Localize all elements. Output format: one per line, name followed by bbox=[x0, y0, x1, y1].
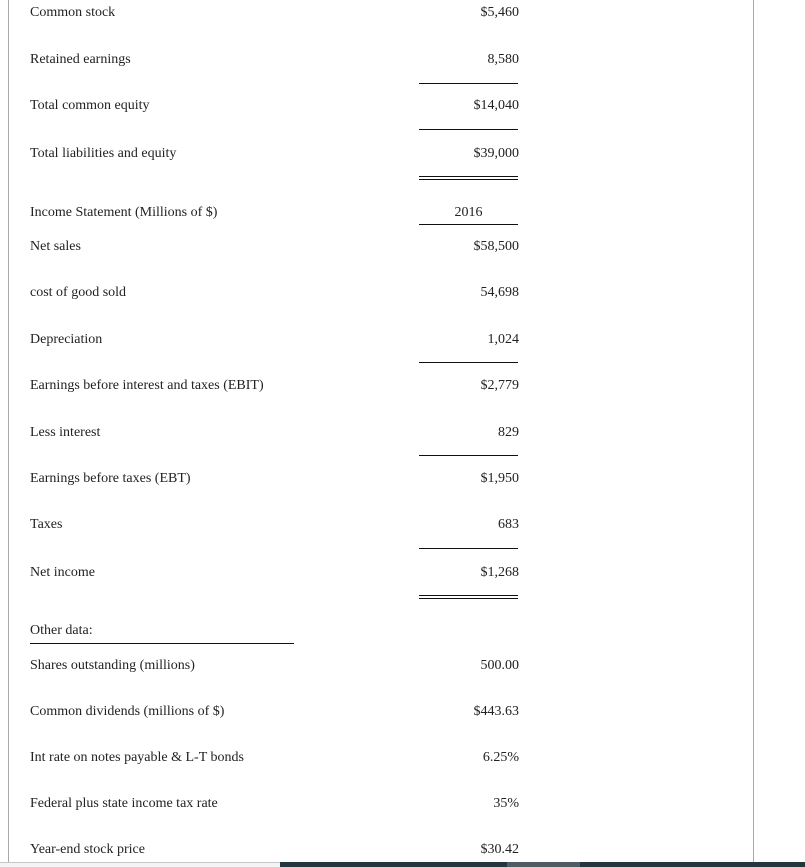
row-ebt: Earnings before taxes (EBT) $1,950 bbox=[9, 471, 753, 491]
row-total-liabilities-equity: Total liabilities and equity $39,000 bbox=[9, 146, 753, 166]
row-tax-rate: Federal plus state income tax rate 35% bbox=[9, 796, 753, 816]
row-net-income: Net income $1,268 bbox=[9, 565, 753, 585]
row-value: $58,500 bbox=[473, 239, 520, 254]
row-value: $1,268 bbox=[480, 565, 520, 580]
row-value: 829 bbox=[498, 425, 519, 440]
row-label: Net income bbox=[30, 565, 95, 580]
row-label: Depreciation bbox=[30, 332, 103, 347]
row-ebit: Earnings before interest and taxes (EBIT… bbox=[9, 378, 753, 398]
income-statement-header: Income Statement (Millions of $) 2016 bbox=[9, 205, 753, 225]
scrollbar-thumb[interactable] bbox=[507, 862, 580, 867]
subtotal-rule bbox=[419, 455, 518, 456]
subtotal-rule bbox=[419, 548, 518, 549]
row-cost-of-goods-sold: cost of good sold 54,698 bbox=[9, 285, 753, 305]
row-label: Taxes bbox=[30, 517, 63, 532]
horizontal-scrollbar[interactable] bbox=[0, 862, 805, 867]
row-label: Total liabilities and equity bbox=[30, 146, 177, 161]
row-retained-earnings: Retained earnings 8,580 bbox=[9, 52, 753, 72]
row-value: $5,460 bbox=[480, 5, 520, 20]
row-value: 6.25% bbox=[482, 750, 519, 765]
subtotal-rule bbox=[419, 83, 518, 84]
financial-statement-panel: Common stock $5,460 Retained earnings 8,… bbox=[8, 0, 754, 862]
other-data-rule bbox=[30, 643, 294, 644]
row-net-sales: Net sales $58,500 bbox=[9, 239, 753, 259]
total-double-rule bbox=[419, 595, 518, 599]
row-value: 54,698 bbox=[480, 285, 520, 300]
row-label: cost of good sold bbox=[30, 285, 127, 300]
total-double-rule bbox=[419, 176, 518, 180]
row-label: Shares outstanding (millions) bbox=[30, 658, 195, 673]
row-common-dividends: Common dividends (millions of $) $443.63 bbox=[9, 704, 753, 724]
year-column-header: 2016 bbox=[454, 205, 483, 220]
row-less-interest: Less interest 829 bbox=[9, 425, 753, 445]
subtotal-rule bbox=[419, 129, 518, 130]
other-data-title: Other data: bbox=[30, 623, 93, 638]
row-value: $30.42 bbox=[480, 842, 520, 857]
row-value: 500.00 bbox=[480, 658, 520, 673]
row-label: Year-end stock price bbox=[30, 842, 145, 857]
row-value: $2,779 bbox=[480, 378, 520, 393]
row-depreciation: Depreciation 1,024 bbox=[9, 332, 753, 352]
row-interest-rate: Int rate on notes payable & L-T bonds 6.… bbox=[9, 750, 753, 770]
row-value: 35% bbox=[493, 796, 519, 811]
row-common-stock: Common stock $5,460 bbox=[9, 5, 753, 25]
header-rule bbox=[419, 224, 518, 225]
row-value: 8,580 bbox=[487, 52, 520, 67]
row-label: Earnings before taxes (EBT) bbox=[30, 471, 191, 486]
row-label: Total common equity bbox=[30, 98, 150, 113]
row-value: $39,000 bbox=[473, 146, 520, 161]
row-value: $443.63 bbox=[473, 704, 520, 719]
scrollbar-track-left bbox=[0, 862, 280, 867]
other-data-header: Other data: bbox=[9, 623, 753, 643]
row-value: 683 bbox=[498, 517, 519, 532]
row-taxes: Taxes 683 bbox=[9, 517, 753, 537]
row-value: 1,024 bbox=[487, 332, 520, 347]
row-label: Less interest bbox=[30, 425, 101, 440]
row-total-common-equity: Total common equity $14,040 bbox=[9, 98, 753, 118]
row-label: Common stock bbox=[30, 5, 116, 20]
row-label: Federal plus state income tax rate bbox=[30, 796, 218, 811]
row-label: Net sales bbox=[30, 239, 81, 254]
income-statement-title: Income Statement (Millions of $) bbox=[30, 205, 218, 220]
row-label: Common dividends (millions of $) bbox=[30, 704, 225, 719]
row-shares-outstanding: Shares outstanding (millions) 500.00 bbox=[9, 658, 753, 678]
row-label: Retained earnings bbox=[30, 52, 131, 67]
row-value: $1,950 bbox=[480, 471, 520, 486]
row-stock-price: Year-end stock price $30.42 bbox=[9, 842, 753, 862]
row-label: Int rate on notes payable & L-T bonds bbox=[30, 750, 244, 765]
row-label: Earnings before interest and taxes (EBIT… bbox=[30, 378, 264, 393]
subtotal-rule bbox=[419, 362, 518, 363]
row-value: $14,040 bbox=[473, 98, 520, 113]
